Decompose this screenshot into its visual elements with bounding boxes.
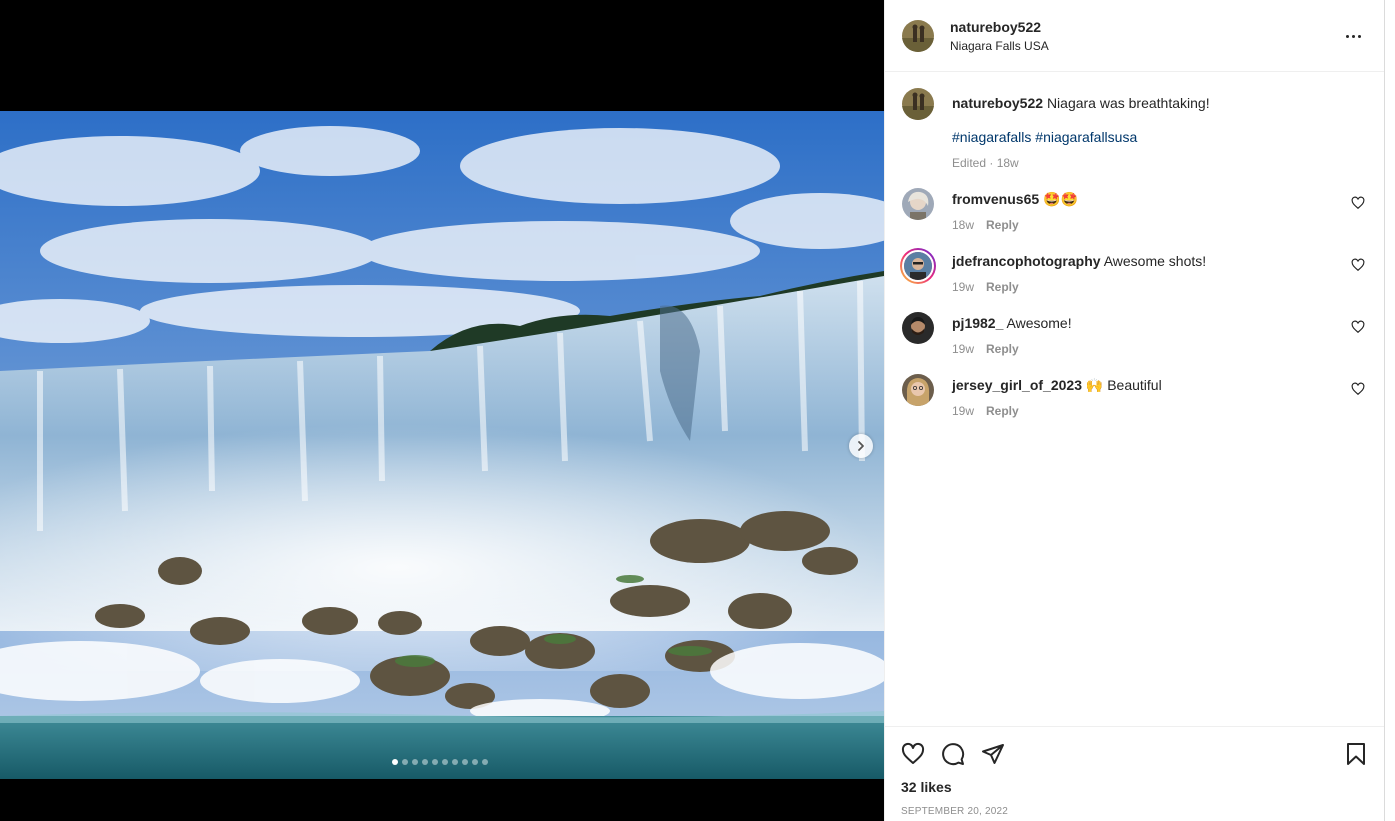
commenter-avatar[interactable] xyxy=(900,248,936,284)
heart-icon[interactable] xyxy=(901,742,925,766)
post-media xyxy=(0,0,884,821)
carousel-dot xyxy=(402,759,408,765)
heart-icon[interactable] xyxy=(1351,320,1365,334)
carousel-dot xyxy=(482,759,488,765)
hashtag-link[interactable]: #niagarafallsusa xyxy=(1035,129,1137,145)
likes-count[interactable]: 32 likes xyxy=(901,779,1368,795)
post-header: natureboy522 Niagara Falls USA xyxy=(885,0,1384,72)
caption-hashtags: #niagarafalls #niagarafallsusa xyxy=(952,128,1210,146)
waterfall-photo xyxy=(0,111,884,779)
comment-text: 🙌 Beautiful xyxy=(1085,377,1162,393)
comment-time: 18w xyxy=(952,218,975,232)
post-location[interactable]: Niagara Falls USA xyxy=(950,39,1049,53)
carousel-indicator xyxy=(392,759,488,765)
carousel-dot xyxy=(442,759,448,765)
post-side-panel: natureboy522 Niagara Falls USA natureboy… xyxy=(884,0,1384,821)
comment-username[interactable]: jdefrancophotography xyxy=(952,253,1101,269)
comment-username[interactable]: fromvenus65 xyxy=(952,191,1039,207)
reply-button[interactable]: Reply xyxy=(986,216,1019,234)
commenter-avatar[interactable] xyxy=(902,312,934,344)
author-username[interactable]: natureboy522 xyxy=(950,19,1049,35)
author-avatar[interactable] xyxy=(902,19,934,52)
carousel-dot xyxy=(412,759,418,765)
caption-username[interactable]: natureboy522 xyxy=(952,95,1043,111)
heart-icon[interactable] xyxy=(1351,196,1365,210)
reply-button[interactable]: Reply xyxy=(986,340,1019,358)
comment-item: jersey_girl_of_2023 🙌 Beautiful 19w Repl… xyxy=(902,374,1367,420)
comment-text: Awesome! xyxy=(1006,315,1072,331)
edited-timestamp: Edited · 18w xyxy=(952,156,1019,170)
comment-time: 19w xyxy=(952,404,975,418)
comment-item: jdefrancophotography Awesome shots! 19w … xyxy=(900,248,1367,296)
post-photo xyxy=(0,111,884,779)
carousel-dot xyxy=(422,759,428,765)
caption-text: Niagara was breathtaking! xyxy=(1046,95,1210,111)
comment-time: 19w xyxy=(952,280,975,294)
heart-icon[interactable] xyxy=(1351,382,1365,396)
comment-icon[interactable] xyxy=(941,742,965,766)
comment-username[interactable]: pj1982_ xyxy=(952,315,1003,331)
chevron-right-icon xyxy=(858,441,864,451)
comment-item: pj1982_ Awesome! 19w Reply xyxy=(902,312,1367,358)
next-photo-button[interactable] xyxy=(849,434,873,458)
comment-text: 🤩🤩 xyxy=(1043,191,1078,207)
comment-time: 19w xyxy=(952,342,975,356)
comment-item: fromvenus65 🤩🤩 18w Reply xyxy=(902,188,1367,234)
reply-button[interactable]: Reply xyxy=(986,278,1019,296)
share-icon[interactable] xyxy=(981,742,1005,766)
carousel-dot xyxy=(462,759,468,765)
commenter-avatar[interactable] xyxy=(902,188,934,220)
hashtag-link[interactable]: #niagarafalls xyxy=(952,129,1031,145)
carousel-dot xyxy=(432,759,438,765)
carousel-dot xyxy=(392,759,398,765)
author-avatar[interactable] xyxy=(902,88,934,120)
bookmark-icon[interactable] xyxy=(1344,742,1368,766)
reply-button[interactable]: Reply xyxy=(986,402,1019,420)
more-options-icon[interactable] xyxy=(1341,26,1365,46)
post-caption: natureboy522 Niagara was breathtaking! #… xyxy=(902,88,1367,172)
commenter-avatar[interactable] xyxy=(902,374,934,406)
comment-text: Awesome shots! xyxy=(1103,253,1207,269)
window-right-edge xyxy=(1384,0,1395,821)
carousel-dot xyxy=(472,759,478,765)
heart-icon[interactable] xyxy=(1351,258,1365,272)
comments-section: natureboy522 Niagara was breathtaking! #… xyxy=(885,72,1384,420)
comment-username[interactable]: jersey_girl_of_2023 xyxy=(952,377,1082,393)
post-actions: 32 likes SEPTEMBER 20, 2022 xyxy=(885,726,1384,817)
post-date: SEPTEMBER 20, 2022 xyxy=(901,806,1008,817)
carousel-dot xyxy=(452,759,458,765)
